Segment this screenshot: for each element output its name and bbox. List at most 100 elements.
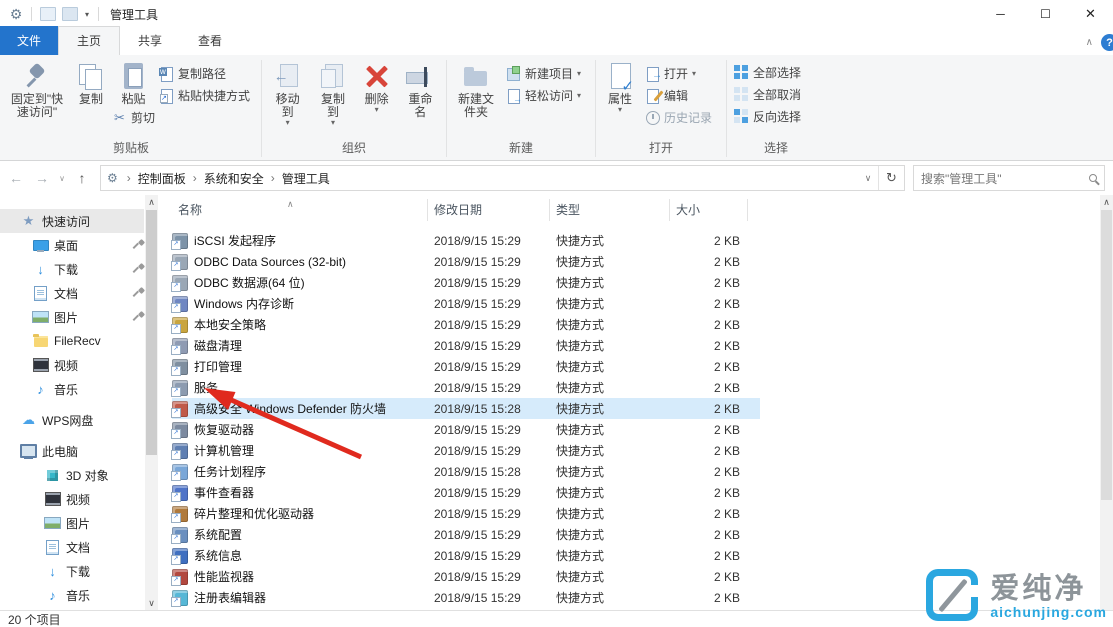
qat-properties-button[interactable] (40, 7, 56, 21)
move-to-button[interactable]: 移动到 ▾ (265, 57, 310, 126)
list-row[interactable]: 系统信息 2018/9/15 15:29 快捷方式 2 KB (172, 545, 760, 566)
column-header-date[interactable]: 修改日期 (428, 199, 550, 221)
list-row[interactable]: 系统配置 2018/9/15 15:29 快捷方式 2 KB (172, 524, 760, 545)
list-row[interactable]: 计算机管理 2018/9/15 15:29 快捷方式 2 KB (172, 440, 760, 461)
row-name: 任务计划程序 (194, 463, 434, 480)
list-row[interactable]: ODBC Data Sources (32-bit) 2018/9/15 15:… (172, 251, 760, 272)
cut-button[interactable]: 剪切 (112, 109, 155, 126)
new-item-button[interactable]: 新建项目 ▾ (506, 65, 581, 82)
sidebar-item[interactable]: ☁ WPS网盘 (0, 408, 144, 432)
select-none-button[interactable]: 全部取消 (734, 86, 801, 103)
sidebar-scrollbar[interactable]: ∧ ∨ (145, 195, 158, 610)
copy-path-button[interactable]: 复制路径 (159, 65, 250, 82)
close-button[interactable]: ✕ (1068, 0, 1113, 28)
explorer-window: ⚙ ▾ 管理工具 ─ ☐ ✕ 文件 主页 共享 查看 ∧ ? 固定到"快速访问" (0, 0, 1113, 627)
tab-home[interactable]: 主页 (58, 26, 120, 55)
easy-access-button[interactable]: 轻松访问 ▾ (506, 87, 581, 104)
list-row[interactable]: 碎片整理和优化驱动器 2018/9/15 15:29 快捷方式 2 KB (172, 503, 760, 524)
back-button[interactable]: ← (4, 170, 28, 186)
forward-button[interactable]: → (30, 170, 54, 186)
invert-selection-button[interactable]: 反向选择 (734, 108, 801, 125)
delete-icon (361, 61, 393, 93)
help-button[interactable]: ? (1101, 34, 1113, 51)
recent-locations-dropdown-icon[interactable]: ∨ (56, 174, 68, 183)
pin-to-quick-access-button[interactable]: 固定到"快速访问" (4, 57, 70, 119)
scroll-up-icon[interactable]: ∧ (145, 195, 158, 209)
column-header-name[interactable]: ∧ 名称 (172, 199, 428, 221)
sidebar-item[interactable]: 视频 (0, 487, 144, 511)
select-group-label: 选择 (730, 137, 822, 160)
sidebar-item[interactable]: 桌面 (0, 233, 144, 257)
sidebar-item[interactable]: ♪ 音乐 (0, 377, 144, 401)
copy-button[interactable]: 复制 (70, 57, 112, 106)
sidebar-item[interactable]: 图片 (0, 511, 144, 535)
list-row[interactable]: iSCSI 发起程序 2018/9/15 15:29 快捷方式 2 KB (172, 230, 760, 251)
history-button[interactable]: 历史记录 (645, 109, 712, 126)
rename-button[interactable]: 重命名 (398, 57, 443, 119)
sidebar-item[interactable]: 文档 (0, 281, 144, 305)
collapse-ribbon-icon[interactable]: ∧ (1086, 37, 1093, 48)
computer-icon (172, 443, 188, 459)
maximize-button[interactable]: ☐ (1023, 0, 1068, 28)
column-header-type[interactable]: 类型 (550, 199, 670, 221)
up-button[interactable]: ↑ (70, 170, 94, 186)
delete-button[interactable]: 删除 ▾ (356, 57, 398, 113)
tab-view[interactable]: 查看 (180, 27, 240, 55)
list-row[interactable]: 任务计划程序 2018/9/15 15:28 快捷方式 2 KB (172, 461, 760, 482)
dropdown-caret-icon: ▾ (286, 119, 290, 126)
sidebar-item[interactable]: 此电脑 (0, 439, 144, 463)
scroll-up-icon[interactable]: ∧ (1100, 195, 1113, 209)
breadcrumb-system-security[interactable]: 系统和安全 (204, 170, 264, 187)
list-row[interactable]: 高级安全 Windows Defender 防火墙 2018/9/15 15:2… (172, 398, 760, 419)
breadcrumb-control-panel[interactable]: 控制面板 (138, 170, 186, 187)
tab-file[interactable]: 文件 (0, 26, 58, 55)
minimize-button[interactable]: ─ (978, 0, 1023, 28)
sidebar-item-label: 下载 (54, 261, 78, 278)
dropdown-caret-icon: ▾ (692, 69, 696, 78)
sidebar-item-label: 桌面 (54, 237, 78, 254)
search-input[interactable]: 搜索"管理工具" (913, 165, 1105, 191)
select-all-button[interactable]: 全部选择 (734, 64, 801, 81)
qat-new-folder-button[interactable] (62, 7, 78, 21)
sidebar-item[interactable]: FileRecv (0, 329, 144, 353)
paste-shortcut-button[interactable]: 粘贴快捷方式 (159, 87, 250, 104)
list-row[interactable]: 恢复驱动器 2018/9/15 15:29 快捷方式 2 KB (172, 419, 760, 440)
qat-customize-dropdown-icon[interactable]: ▾ (85, 10, 89, 19)
list-row[interactable]: 磁盘清理 2018/9/15 15:29 快捷方式 2 KB (172, 335, 760, 356)
scrollbar-thumb[interactable] (1101, 210, 1112, 500)
sidebar-item[interactable]: ↓ 下载 (0, 559, 144, 583)
sidebar-item[interactable]: ↓ 下载 (0, 257, 144, 281)
sidebar-item[interactable]: 视频 (0, 353, 144, 377)
list-row[interactable]: Windows 内存诊断 2018/9/15 15:29 快捷方式 2 KB (172, 293, 760, 314)
open-button[interactable]: 打开 ▾ (645, 65, 712, 82)
list-row[interactable]: 服务 2018/9/15 15:29 快捷方式 2 KB (172, 377, 760, 398)
column-header-size[interactable]: 大小 (670, 199, 748, 221)
edit-button[interactable]: 编辑 (645, 87, 712, 104)
address-box[interactable]: ⚙ › 控制面板 › 系统和安全 › 管理工具 ∨ ↻ (100, 165, 905, 191)
address-dropdown-icon[interactable]: ∨ (858, 173, 878, 184)
row-name: 性能监视器 (194, 568, 434, 585)
sidebar-item[interactable]: 图片 (0, 305, 144, 329)
new-folder-button[interactable]: 新建文件夹 (450, 57, 502, 119)
scroll-down-icon[interactable]: ∨ (145, 596, 158, 610)
breadcrumb-admin-tools[interactable]: 管理工具 (282, 170, 330, 187)
refresh-icon[interactable]: ↻ (878, 166, 904, 190)
list-row[interactable]: ODBC 数据源(64 位) 2018/9/15 15:29 快捷方式 2 KB (172, 272, 760, 293)
list-scrollbar[interactable]: ∧ (1100, 195, 1113, 610)
list-row[interactable]: 性能监视器 2018/9/15 15:29 快捷方式 2 KB (172, 566, 760, 587)
list-row[interactable]: 本地安全策略 2018/9/15 15:29 快捷方式 2 KB (172, 314, 760, 335)
sidebar-item[interactable]: 文档 (0, 535, 144, 559)
list-row[interactable]: 打印管理 2018/9/15 15:29 快捷方式 2 KB (172, 356, 760, 377)
tab-share[interactable]: 共享 (120, 27, 180, 55)
sidebar-item[interactable]: ♪ 音乐 (0, 583, 144, 607)
sidebar-item[interactable]: ★ 快速访问 (0, 209, 144, 233)
aichunjing-logo-icon (926, 569, 980, 625)
sidebar-item[interactable]: 3D 对象 (0, 463, 144, 487)
list-row[interactable]: 事件查看器 2018/9/15 15:29 快捷方式 2 KB (172, 482, 760, 503)
row-date: 2018/9/15 15:29 (434, 318, 556, 332)
list-row[interactable]: 注册表编辑器 2018/9/15 15:29 快捷方式 2 KB (172, 587, 760, 608)
copy-to-button[interactable]: 复制到 ▾ (310, 57, 355, 126)
scrollbar-thumb[interactable] (146, 210, 157, 455)
properties-button[interactable]: 属性 ▾ (599, 57, 641, 113)
paste-button[interactable]: 粘贴 (113, 57, 155, 106)
